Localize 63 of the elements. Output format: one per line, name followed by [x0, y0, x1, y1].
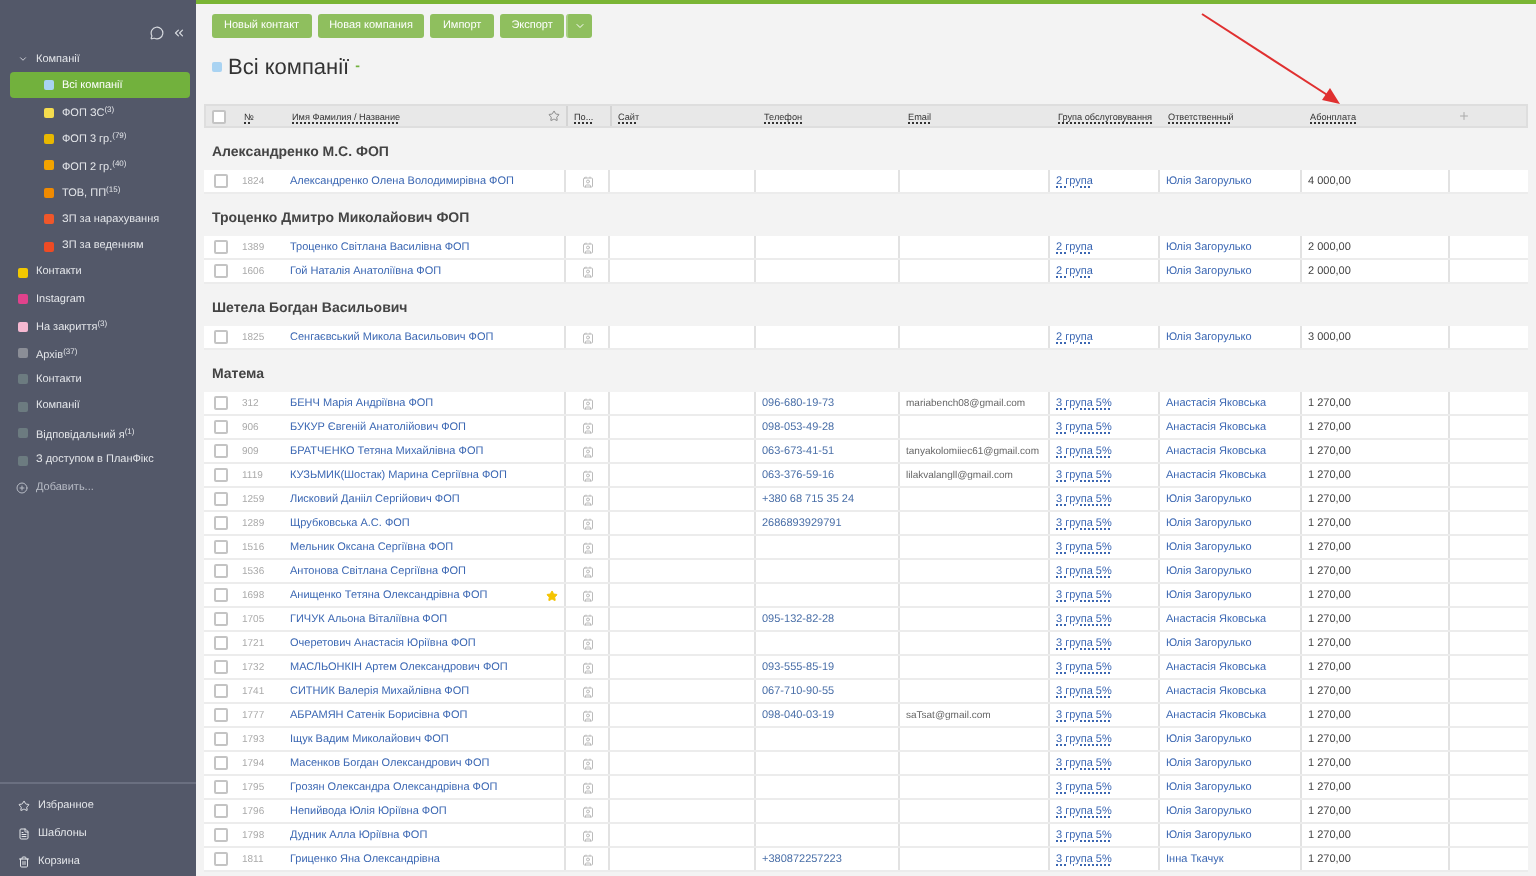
collapse-icon[interactable]	[172, 25, 186, 39]
contact-card-icon[interactable]	[581, 493, 593, 505]
contact-card-icon[interactable]	[581, 685, 593, 697]
add-icon[interactable]	[16, 481, 28, 494]
contact-card-icon[interactable]	[581, 469, 593, 481]
contact-card-icon[interactable]	[581, 781, 593, 793]
row-checkbox[interactable]	[213, 264, 227, 278]
contact-card-icon[interactable]	[581, 445, 593, 457]
contact-card-icon[interactable]	[581, 517, 593, 529]
row-checkbox[interactable]	[213, 660, 227, 674]
contact-card-icon[interactable]	[581, 397, 593, 409]
contact-card-icon[interactable]	[581, 853, 593, 865]
row-checkbox[interactable]	[213, 396, 227, 410]
row-checkbox[interactable]	[213, 708, 227, 722]
row-checkbox[interactable]	[213, 756, 227, 770]
row-checkbox[interactable]	[213, 732, 227, 746]
row-checkbox[interactable]	[213, 174, 227, 188]
contact-card-icon[interactable]	[581, 421, 593, 433]
star-icon[interactable]	[548, 110, 560, 122]
row-checkbox[interactable]	[213, 540, 227, 554]
row-checkbox[interactable]	[213, 240, 227, 254]
contact-card-icon[interactable]	[581, 589, 593, 601]
row-checkbox[interactable]	[213, 492, 227, 506]
row-checkbox[interactable]	[213, 420, 227, 434]
contact-card-icon[interactable]	[581, 805, 593, 817]
contact-card-icon[interactable]	[581, 829, 593, 841]
row-checkbox[interactable]	[213, 588, 227, 602]
contact-card-icon[interactable]	[581, 175, 593, 187]
row-checkbox[interactable]	[213, 468, 227, 482]
contact-card-icon[interactable]	[581, 331, 593, 343]
contact-card-icon[interactable]	[581, 613, 593, 625]
row-checkbox[interactable]	[213, 684, 227, 698]
row-checkbox[interactable]	[213, 330, 227, 344]
contact-card-icon[interactable]	[581, 241, 593, 253]
plus-icon[interactable]	[1458, 110, 1470, 122]
contact-card-icon[interactable]	[581, 565, 593, 577]
row-checkbox[interactable]	[213, 780, 227, 794]
chevron-down-icon[interactable]	[18, 54, 28, 64]
contact-card-icon[interactable]	[581, 541, 593, 553]
contact-card-icon[interactable]	[581, 661, 593, 673]
star-icon[interactable]	[546, 589, 558, 601]
select-all-checkbox[interactable]	[212, 109, 226, 123]
row-checkbox[interactable]	[213, 636, 227, 650]
row-checkbox[interactable]	[213, 564, 227, 578]
contact-card-icon[interactable]	[581, 757, 593, 769]
export-menu-button[interactable]	[566, 14, 593, 38]
row-checkbox[interactable]	[213, 516, 227, 530]
contact-card-icon[interactable]	[581, 709, 593, 721]
document-icon	[18, 828, 30, 840]
chat-icon[interactable]	[150, 25, 164, 39]
star-icon	[18, 800, 30, 812]
caret-icon	[574, 20, 587, 32]
row-checkbox[interactable]	[213, 852, 227, 866]
contact-card-icon[interactable]	[581, 733, 593, 745]
row-checkbox[interactable]	[213, 612, 227, 626]
trash-icon	[18, 856, 30, 868]
contact-card-icon[interactable]	[581, 265, 593, 277]
page-title: Всі компанії	[228, 55, 350, 79]
row-checkbox[interactable]	[213, 828, 227, 842]
annotation-arrow	[1201, 13, 1340, 104]
row-checkbox[interactable]	[213, 444, 227, 458]
row-checkbox[interactable]	[213, 804, 227, 818]
contact-card-icon[interactable]	[581, 637, 593, 649]
